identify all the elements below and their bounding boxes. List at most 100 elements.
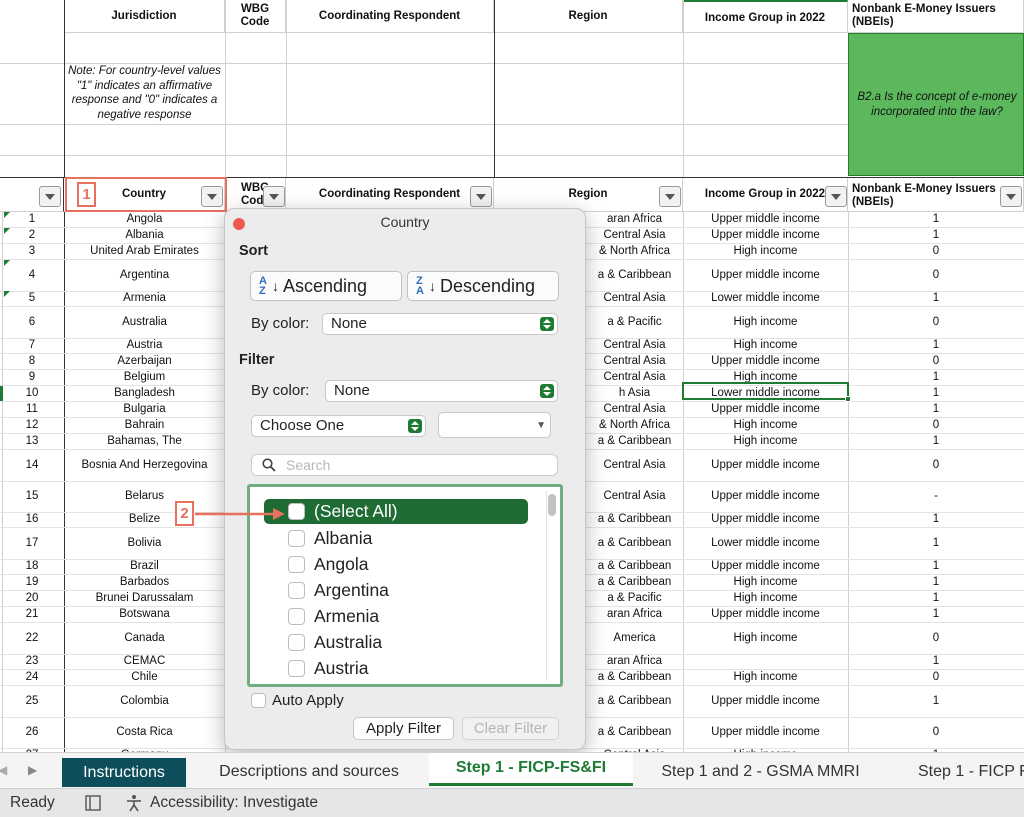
tab-step1-ficp[interactable]: Step 1 - FICP-FS&FI xyxy=(429,753,633,786)
checkbox[interactable] xyxy=(288,503,305,520)
cell-nbei[interactable]: 1 xyxy=(848,213,1024,225)
choose-one-select[interactable]: Choose One xyxy=(251,415,426,437)
header-income-group[interactable]: Income Group in 2022 xyxy=(683,0,848,33)
scroll-right-icon[interactable]: ▶ xyxy=(28,763,37,777)
cell-income-group[interactable]: High income xyxy=(683,671,848,683)
list-item[interactable]: Albania xyxy=(264,526,528,551)
filter-dropdown-wbg-code[interactable] xyxy=(263,186,285,207)
cell-nbei[interactable]: 0 xyxy=(848,245,1024,257)
header-region[interactable]: Region xyxy=(494,0,683,33)
cell-region[interactable]: aran Africa xyxy=(586,655,683,667)
filter-header-region[interactable]: Region xyxy=(494,178,683,212)
clear-filter-button[interactable]: Clear Filter xyxy=(462,717,559,740)
cell-income-group[interactable]: High income xyxy=(683,371,848,383)
cell-income-group[interactable]: Upper middle income xyxy=(683,695,848,707)
cell-income-group[interactable]: High income xyxy=(683,419,848,431)
cell-country[interactable]: Colombia xyxy=(64,695,225,707)
checkbox[interactable] xyxy=(288,556,305,573)
header-wbg-code[interactable]: WBG Code xyxy=(225,0,286,33)
selected-cell[interactable] xyxy=(682,382,849,400)
cell-nbei[interactable]: 1 xyxy=(848,576,1024,588)
auto-apply-checkbox[interactable] xyxy=(251,693,266,708)
cell-nbei[interactable]: - xyxy=(848,490,1024,502)
cell-country[interactable]: Botswana xyxy=(64,608,225,620)
cell-region[interactable]: Central Asia xyxy=(586,371,683,383)
cell-nbei[interactable]: 0 xyxy=(848,459,1024,471)
cell-region[interactable]: a & Caribbean xyxy=(586,726,683,738)
cell-income-group[interactable]: Upper middle income xyxy=(683,490,848,502)
cell-region[interactable]: & North Africa xyxy=(586,245,683,257)
cell-nbei[interactable]: 1 xyxy=(848,655,1024,667)
list-item[interactable]: Argentina xyxy=(264,578,528,603)
cell-income-group[interactable]: Lower middle income xyxy=(683,292,848,304)
cell-region[interactable]: a & Caribbean xyxy=(586,537,683,549)
cell-income-group[interactable]: High income xyxy=(683,592,848,604)
list-scrollbar[interactable] xyxy=(546,491,556,681)
cell-country[interactable]: Belgium xyxy=(64,371,225,383)
header-jurisdiction[interactable]: Jurisdiction xyxy=(64,0,225,33)
cell-country[interactable]: Angola xyxy=(64,213,225,225)
cell-country[interactable]: Belarus xyxy=(64,490,225,502)
cell-income-group[interactable]: Upper middle income xyxy=(683,459,848,471)
filter-header-income-group[interactable]: Income Group in 2022 xyxy=(683,178,848,212)
cell-region[interactable]: h Asia xyxy=(586,387,683,399)
cell-nbei[interactable]: 1 xyxy=(848,695,1024,707)
cell-country[interactable]: Canada xyxy=(64,632,225,644)
cell-region[interactable]: a & Pacific xyxy=(586,592,683,604)
cell-country[interactable]: Chile xyxy=(64,671,225,683)
checkbox[interactable] xyxy=(288,582,305,599)
filter-value-combo[interactable]: ▼ xyxy=(438,412,551,438)
cell-region[interactable]: aran Africa xyxy=(586,213,683,225)
cell-income-group[interactable]: Upper middle income xyxy=(683,726,848,738)
cell-country[interactable]: Costa Rica xyxy=(64,726,225,738)
list-item-select-all[interactable]: (Select All) xyxy=(264,499,528,524)
cell-region[interactable]: Central Asia xyxy=(586,355,683,367)
cell-region[interactable]: Central Asia xyxy=(586,229,683,241)
checkbox[interactable] xyxy=(288,530,305,547)
status-accessibility[interactable]: Accessibility: Investigate xyxy=(150,794,318,812)
cell-region[interactable]: a & Caribbean xyxy=(586,435,683,447)
filter-dropdown-income-group[interactable] xyxy=(825,186,847,207)
filter-dropdown-left[interactable] xyxy=(39,186,61,207)
note-text[interactable]: Note: For country-level values "1" indic… xyxy=(64,64,225,122)
cell-income-group[interactable]: Upper middle income xyxy=(683,560,848,572)
cell-country[interactable]: Bosnia And Herzegovina xyxy=(64,459,225,471)
cell-region[interactable]: Central Asia xyxy=(586,459,683,471)
cell-income-group[interactable]: High income xyxy=(683,632,848,644)
cell-country[interactable]: Argentina xyxy=(64,269,225,281)
cell-region[interactable]: America xyxy=(586,632,683,644)
cell-region[interactable]: a & Caribbean xyxy=(586,269,683,281)
cell-income-group[interactable]: Upper middle income xyxy=(683,403,848,415)
cell-income-group[interactable]: Upper middle income xyxy=(683,608,848,620)
cell-nbei[interactable]: 1 xyxy=(848,435,1024,447)
cell-income-group[interactable]: High income xyxy=(683,339,848,351)
checkbox[interactable] xyxy=(288,660,305,677)
cell-region[interactable]: Central Asia xyxy=(586,292,683,304)
cell-nbei[interactable]: 0 xyxy=(848,419,1024,431)
cell-income-group[interactable]: Upper middle income xyxy=(683,513,848,525)
cell-region[interactable]: & North Africa xyxy=(586,419,683,431)
cell-region[interactable]: Central Asia xyxy=(586,403,683,415)
filter-dropdown-region[interactable] xyxy=(659,186,681,207)
cell-country[interactable]: Albania xyxy=(64,229,225,241)
sort-by-color-select[interactable]: None xyxy=(322,313,558,335)
cell-country[interactable]: United Arab Emirates xyxy=(64,245,225,257)
checkbox[interactable] xyxy=(288,634,305,651)
list-item[interactable]: Austria xyxy=(264,656,528,681)
cell-nbei[interactable]: 1 xyxy=(848,371,1024,383)
cell-region[interactable]: a & Caribbean xyxy=(586,560,683,572)
cell-region[interactable]: a & Pacific xyxy=(586,316,683,328)
filter-header-coordinating-respondent[interactable]: Coordinating Respondent xyxy=(286,178,494,212)
accessibility-icon[interactable] xyxy=(124,794,144,812)
cell-region[interactable]: a & Caribbean xyxy=(586,695,683,707)
cell-region[interactable]: a & Caribbean xyxy=(586,576,683,588)
tab-descriptions[interactable]: Descriptions and sources xyxy=(193,758,425,786)
filter-dropdown-nbei[interactable] xyxy=(1000,186,1022,207)
cell-income-group[interactable]: Lower middle income xyxy=(683,537,848,549)
cell-country[interactable]: Bolivia xyxy=(64,537,225,549)
cell-nbei[interactable]: 0 xyxy=(848,269,1024,281)
tab-instructions[interactable]: Instructions xyxy=(62,758,186,787)
cell-income-group[interactable]: High income xyxy=(683,435,848,447)
scroll-thumb[interactable] xyxy=(548,494,556,516)
cell-country[interactable]: Bulgaria xyxy=(64,403,225,415)
